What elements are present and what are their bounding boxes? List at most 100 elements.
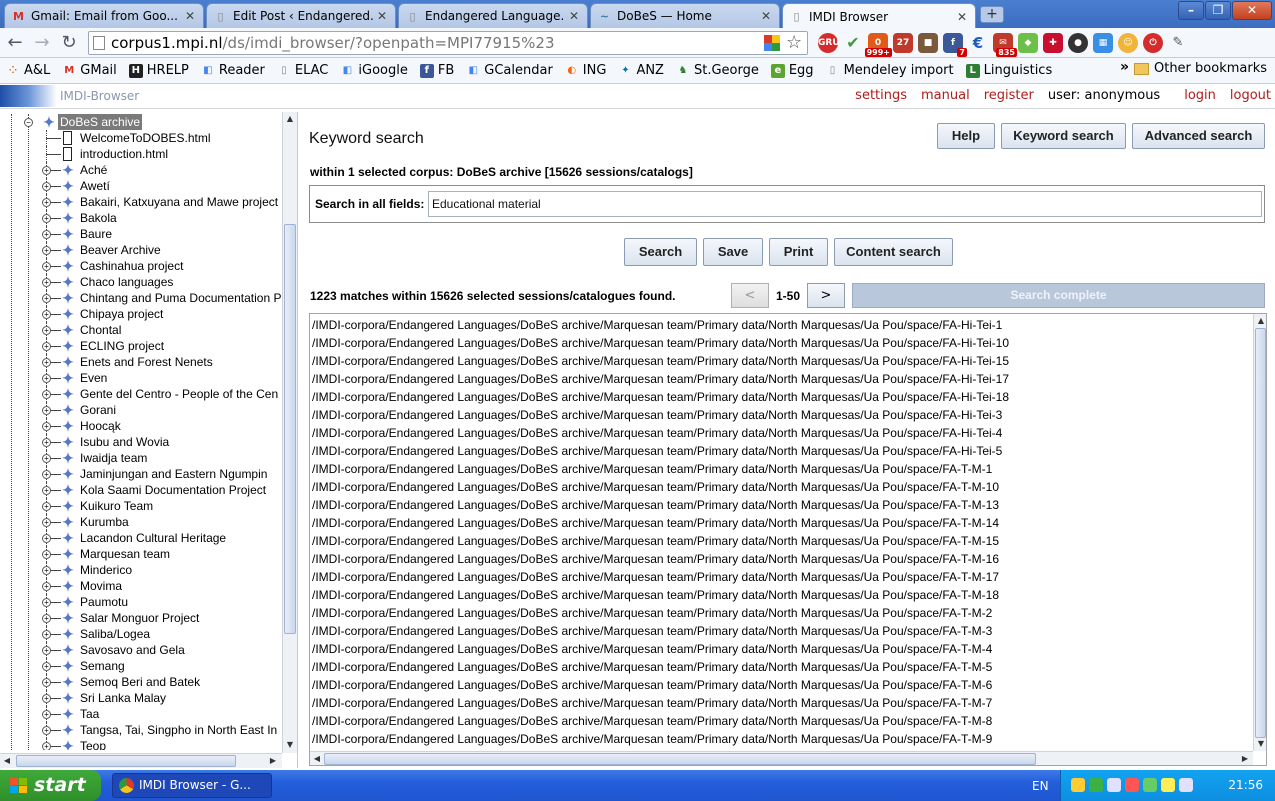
close-icon[interactable]: ✕ bbox=[957, 10, 969, 24]
expand-toggle-icon[interactable]: + bbox=[42, 214, 51, 223]
tree-node[interactable]: + ✦ Savosavo and Gela bbox=[0, 642, 281, 658]
result-row[interactable]: /IMDI-corpora/Endangered Languages/DoBeS… bbox=[310, 550, 1253, 568]
tree-node[interactable]: + ✦ Enets and Forest Nenets bbox=[0, 354, 281, 370]
check-ext-icon[interactable]: ✔ bbox=[843, 33, 863, 53]
expand-toggle-icon[interactable]: + bbox=[42, 726, 51, 735]
tree-node[interactable]: + ✦ Hoocąk bbox=[0, 418, 281, 434]
result-row[interactable]: /IMDI-corpora/Endangered Languages/DoBeS… bbox=[310, 640, 1253, 658]
bookmark-fb[interactable]: f FB bbox=[419, 63, 454, 78]
tray-app-icon[interactable] bbox=[1089, 778, 1103, 792]
tree-node[interactable]: + ✦ Beaver Archive bbox=[0, 242, 281, 258]
result-row[interactable]: /IMDI-corpora/Endangered Languages/DoBeS… bbox=[310, 586, 1253, 604]
start-button[interactable]: start bbox=[0, 770, 101, 801]
results-vertical-scrollbar[interactable]: ▲ ▼ bbox=[1253, 314, 1266, 751]
tree-node[interactable]: + ✦ ECLING project bbox=[0, 338, 281, 354]
scroll-right-icon[interactable]: ▶ bbox=[1238, 752, 1252, 765]
circle-ext-icon[interactable]: ● bbox=[1068, 33, 1088, 53]
bookmark-mendeley[interactable]: ▯ Mendeley import bbox=[826, 63, 954, 78]
expand-toggle-icon[interactable]: + bbox=[42, 342, 51, 351]
tree-node[interactable]: + ✦ Kurumba bbox=[0, 514, 281, 530]
search-input[interactable] bbox=[428, 191, 1262, 217]
close-icon[interactable]: ✕ bbox=[569, 9, 581, 23]
scroll-right-icon[interactable]: ▶ bbox=[266, 754, 280, 768]
browser-tab[interactable]: ~ DoBeS — Home ✕ bbox=[590, 3, 780, 28]
calendar-ext-icon[interactable]: 27 bbox=[893, 33, 913, 53]
result-row[interactable]: /IMDI-corpora/Endangered Languages/DoBeS… bbox=[310, 658, 1253, 676]
result-row[interactable]: /IMDI-corpora/Endangered Languages/DoBeS… bbox=[310, 496, 1253, 514]
expand-toggle-icon[interactable]: + bbox=[42, 550, 51, 559]
tree-node[interactable]: + ✦ Kuikuro Team bbox=[0, 498, 281, 514]
result-row[interactable]: /IMDI-corpora/Endangered Languages/DoBeS… bbox=[310, 730, 1253, 748]
bookmark-gmail[interactable]: M GMail bbox=[62, 63, 116, 78]
tree-file-node[interactable]: WelcomeToDOBES.html bbox=[0, 130, 281, 146]
tree-node[interactable]: + ✦ Awetí bbox=[0, 178, 281, 194]
result-row[interactable]: /IMDI-corpora/Endangered Languages/DoBeS… bbox=[310, 712, 1253, 730]
euro-ext-icon[interactable]: € bbox=[968, 33, 988, 53]
help-button[interactable]: Help bbox=[937, 123, 995, 149]
expand-toggle-icon[interactable]: + bbox=[42, 198, 51, 207]
scroll-thumb[interactable] bbox=[1255, 328, 1266, 738]
tree-node[interactable]: + ✦ Teop bbox=[0, 738, 281, 750]
page-action-icon[interactable] bbox=[764, 35, 780, 51]
tree-vertical-scrollbar[interactable]: ▲ ▼ bbox=[282, 112, 297, 753]
expand-toggle-icon[interactable]: + bbox=[42, 422, 51, 431]
tree-node[interactable]: + ✦ Movima bbox=[0, 578, 281, 594]
result-row[interactable]: /IMDI-corpora/Endangered Languages/DoBeS… bbox=[310, 460, 1253, 478]
result-row[interactable]: /IMDI-corpora/Endangered Languages/DoBeS… bbox=[310, 316, 1253, 334]
tree-node[interactable]: + ✦ Iwaidja team bbox=[0, 450, 281, 466]
wrench-icon[interactable]: ✎ bbox=[1168, 33, 1188, 53]
scroll-up-icon[interactable]: ▲ bbox=[283, 112, 297, 126]
tree-node[interactable]: + ✦ Tangsa, Tai, Singpho in North East In bbox=[0, 722, 281, 738]
tree-node[interactable]: + ✦ Gente del Centro - People of the Cen bbox=[0, 386, 281, 402]
expand-toggle-icon[interactable]: + bbox=[42, 710, 51, 719]
expand-toggle-icon[interactable]: + bbox=[42, 486, 51, 495]
tray-app-icon[interactable] bbox=[1107, 778, 1121, 792]
box-ext-icon[interactable]: ■ bbox=[918, 33, 938, 53]
expand-toggle-icon[interactable]: + bbox=[42, 182, 51, 191]
print-button[interactable]: Print bbox=[769, 238, 828, 266]
tree-node[interactable]: + ✦ Salar Monguor Project bbox=[0, 610, 281, 626]
result-row[interactable]: /IMDI-corpora/Endangered Languages/DoBeS… bbox=[310, 568, 1253, 586]
tray-app-icon[interactable] bbox=[1071, 778, 1085, 792]
bookmark-stgeorge[interactable]: ♞ St.George bbox=[676, 63, 758, 78]
tree-node[interactable]: + ✦ Taa bbox=[0, 706, 281, 722]
expand-toggle-icon[interactable]: + bbox=[42, 502, 51, 511]
tree-node[interactable]: + ✦ Aché bbox=[0, 162, 281, 178]
tree-node[interactable]: + ✦ Kola Saami Documentation Project bbox=[0, 482, 281, 498]
tree-node[interactable]: + ✦ Even bbox=[0, 370, 281, 386]
close-icon[interactable]: ✕ bbox=[185, 9, 197, 23]
scroll-thumb[interactable] bbox=[284, 224, 296, 634]
back-button[interactable]: ← bbox=[4, 32, 26, 54]
tree-node[interactable]: + ✦ Lacandon Cultural Heritage bbox=[0, 530, 281, 546]
expand-toggle-icon[interactable]: + bbox=[42, 694, 51, 703]
tree-node[interactable]: + ✦ Chipaya project bbox=[0, 306, 281, 322]
expand-toggle-icon[interactable]: + bbox=[42, 598, 51, 607]
tree-root-node[interactable]: − ✦ DoBeS archive bbox=[0, 114, 281, 130]
expand-toggle-icon[interactable]: + bbox=[42, 246, 51, 255]
result-row[interactable]: /IMDI-corpora/Endangered Languages/DoBeS… bbox=[310, 604, 1253, 622]
result-row[interactable]: /IMDI-corpora/Endangered Languages/DoBeS… bbox=[310, 406, 1253, 424]
expand-toggle-icon[interactable]: + bbox=[42, 438, 51, 447]
bookmark-star-icon[interactable]: ☆ bbox=[786, 32, 802, 53]
tree-node[interactable]: + ✦ Marquesan team bbox=[0, 546, 281, 562]
expand-toggle-icon[interactable]: + bbox=[42, 678, 51, 687]
tree-file-node[interactable]: introduction.html bbox=[0, 146, 281, 162]
tray-app-icon[interactable] bbox=[1125, 778, 1139, 792]
restore-button[interactable]: ❐ bbox=[1205, 1, 1231, 20]
next-page-button[interactable]: > bbox=[807, 283, 845, 308]
expand-toggle-icon[interactable]: + bbox=[42, 374, 51, 383]
search-button[interactable]: Search bbox=[624, 238, 697, 266]
expand-toggle-icon[interactable]: + bbox=[42, 406, 51, 415]
bookmark-reader[interactable]: ◧ Reader bbox=[201, 63, 265, 78]
reload-button[interactable]: ↻ bbox=[58, 32, 80, 54]
close-icon[interactable]: ✕ bbox=[761, 9, 773, 23]
minimize-button[interactable]: – bbox=[1178, 1, 1204, 20]
tree-node[interactable]: + ✦ Semang bbox=[0, 658, 281, 674]
expand-toggle-icon[interactable]: + bbox=[42, 326, 51, 335]
result-row[interactable]: /IMDI-corpora/Endangered Languages/DoBeS… bbox=[310, 694, 1253, 712]
result-row[interactable]: /IMDI-corpora/Endangered Languages/DoBeS… bbox=[310, 532, 1253, 550]
scroll-left-icon[interactable]: ◀ bbox=[0, 754, 14, 768]
expand-toggle-icon[interactable]: + bbox=[42, 454, 51, 463]
expand-toggle-icon[interactable]: + bbox=[42, 662, 51, 671]
result-row[interactable]: /IMDI-corpora/Endangered Languages/DoBeS… bbox=[310, 424, 1253, 442]
